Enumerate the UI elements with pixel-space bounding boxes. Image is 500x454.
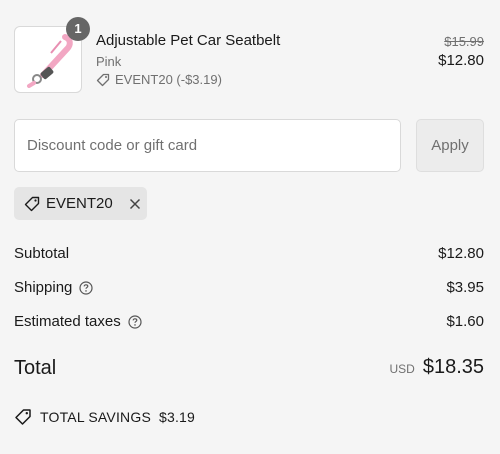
pink-seatbelt-leash-image bbox=[27, 34, 73, 88]
product-discount: EVENT20 (-$3.19) bbox=[96, 72, 222, 87]
savings-value: $3.19 bbox=[159, 409, 196, 425]
taxes-value: $1.60 bbox=[446, 313, 484, 330]
shipping-value: $3.95 bbox=[446, 279, 484, 296]
cart-line-item: 1 Adjustable Pet Car Seatbelt Pink EVENT… bbox=[14, 17, 484, 93]
remove-discount-close-icon[interactable] bbox=[129, 198, 141, 210]
tag-icon bbox=[24, 196, 40, 212]
taxes-label-group: Estimated taxes bbox=[14, 313, 142, 330]
total-value: $18.35 bbox=[422, 356, 484, 378]
shipping-label-group: Shipping bbox=[14, 279, 93, 296]
total-label: Total bbox=[14, 357, 57, 379]
help-icon[interactable] bbox=[79, 280, 93, 295]
tag-icon bbox=[96, 73, 110, 87]
total-amount: USD $18.35 bbox=[389, 356, 484, 379]
original-price: $15.99 bbox=[444, 34, 484, 49]
subtotal-value: $12.80 bbox=[438, 245, 484, 262]
subtotal-label: Subtotal bbox=[14, 245, 70, 262]
line-price: $12.80 bbox=[438, 52, 484, 69]
quantity-badge: 1 bbox=[66, 17, 90, 41]
shipping-label: Shipping bbox=[14, 279, 73, 296]
applied-code-label: EVENT20 bbox=[46, 195, 113, 212]
total-savings: TOTAL SAVINGS $3.19 bbox=[14, 408, 195, 426]
apply-button[interactable]: Apply bbox=[416, 119, 484, 172]
help-icon[interactable] bbox=[128, 314, 142, 329]
product-discount-label: EVENT20 (-$3.19) bbox=[115, 72, 222, 87]
currency-code: USD bbox=[389, 362, 415, 376]
taxes-label: Estimated taxes bbox=[14, 313, 121, 330]
tag-icon bbox=[14, 408, 32, 426]
discount-code-input[interactable] bbox=[14, 119, 401, 172]
product-variant: Pink bbox=[96, 54, 122, 69]
product-name: Adjustable Pet Car Seatbelt bbox=[96, 32, 281, 49]
savings-label: TOTAL SAVINGS bbox=[40, 409, 151, 425]
applied-discount-chip: EVENT20 bbox=[14, 187, 147, 220]
